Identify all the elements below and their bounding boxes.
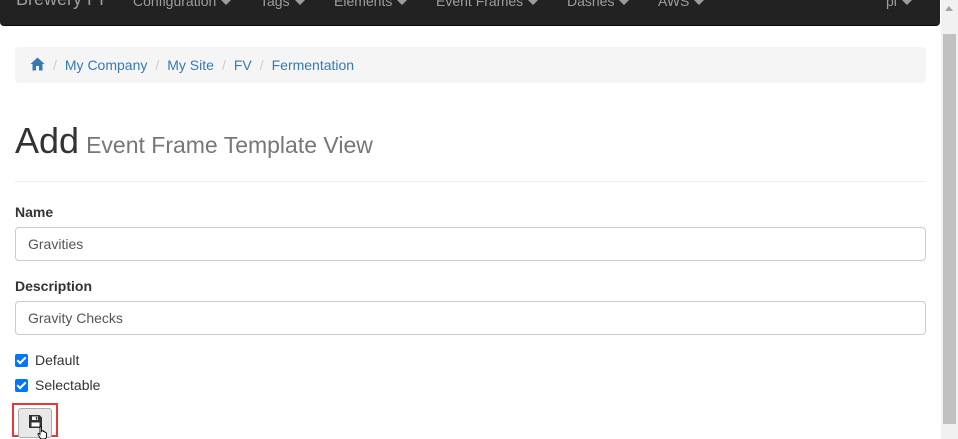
default-checkbox-row[interactable]: Default: [15, 352, 79, 368]
save-button-highlight: [12, 403, 58, 439]
nav-menu-configuration[interactable]: Configuration: [133, 0, 232, 11]
nav-menu-event-frames[interactable]: Event Frames: [436, 0, 539, 11]
home-icon: [30, 57, 45, 70]
chevron-down-icon: [901, 0, 912, 5]
brand-link[interactable]: Brewery PI: [16, 0, 104, 9]
scroll-up-icon[interactable]: [945, 6, 953, 11]
selectable-checkbox-label: Selectable: [35, 377, 101, 393]
default-checkbox[interactable]: [15, 353, 28, 367]
breadcrumb: / My Company / My Site / FV / Fermentati…: [15, 47, 926, 83]
breadcrumb-separator: /: [53, 57, 57, 73]
top-navbar: Brewery PI Configuration Tags Elements E…: [0, 0, 940, 26]
nav-menu-elements[interactable]: Elements: [334, 0, 408, 11]
nav-menu-dashes[interactable]: Dashes: [567, 0, 630, 11]
breadcrumb-fv[interactable]: FV: [234, 57, 252, 73]
scrollbar-thumb[interactable]: [943, 34, 956, 424]
selectable-checkbox[interactable]: [15, 378, 28, 392]
chevron-down-icon: [397, 0, 408, 5]
description-label: Description: [15, 278, 93, 294]
description-input[interactable]: [15, 301, 926, 335]
page-title: Add: [15, 120, 80, 161]
chevron-down-icon: [294, 0, 305, 5]
breadcrumb-my-company[interactable]: My Company: [65, 57, 147, 73]
chevron-down-icon: [694, 0, 705, 5]
nav-menu-tags[interactable]: Tags: [260, 0, 305, 11]
name-label: Name: [15, 204, 54, 220]
vertical-scrollbar[interactable]: [941, 0, 958, 439]
save-button[interactable]: [18, 408, 52, 439]
breadcrumb-separator: /: [221, 57, 226, 73]
selectable-checkbox-row[interactable]: Selectable: [15, 377, 100, 393]
breadcrumb-separator: /: [259, 57, 264, 73]
hand-cursor-icon: [37, 426, 47, 439]
chevron-down-icon: [619, 0, 630, 5]
chevron-down-icon: [221, 0, 232, 5]
nav-menu-user[interactable]: pi: [886, 0, 912, 11]
name-input[interactable]: [15, 227, 926, 261]
breadcrumb-fermentation[interactable]: Fermentation: [272, 57, 354, 73]
breadcrumb-separator: /: [155, 57, 160, 73]
breadcrumb-home[interactable]: [30, 57, 45, 74]
page-subtitle: Event Frame Template View: [86, 132, 373, 158]
page: Brewery PI Configuration Tags Elements E…: [0, 0, 958, 439]
nav-menu-aws[interactable]: AWS: [658, 0, 705, 11]
page-header: Add Event Frame Template View: [15, 118, 926, 182]
breadcrumb-my-site[interactable]: My Site: [167, 57, 214, 73]
default-checkbox-label: Default: [35, 352, 80, 368]
chevron-down-icon: [528, 0, 539, 5]
